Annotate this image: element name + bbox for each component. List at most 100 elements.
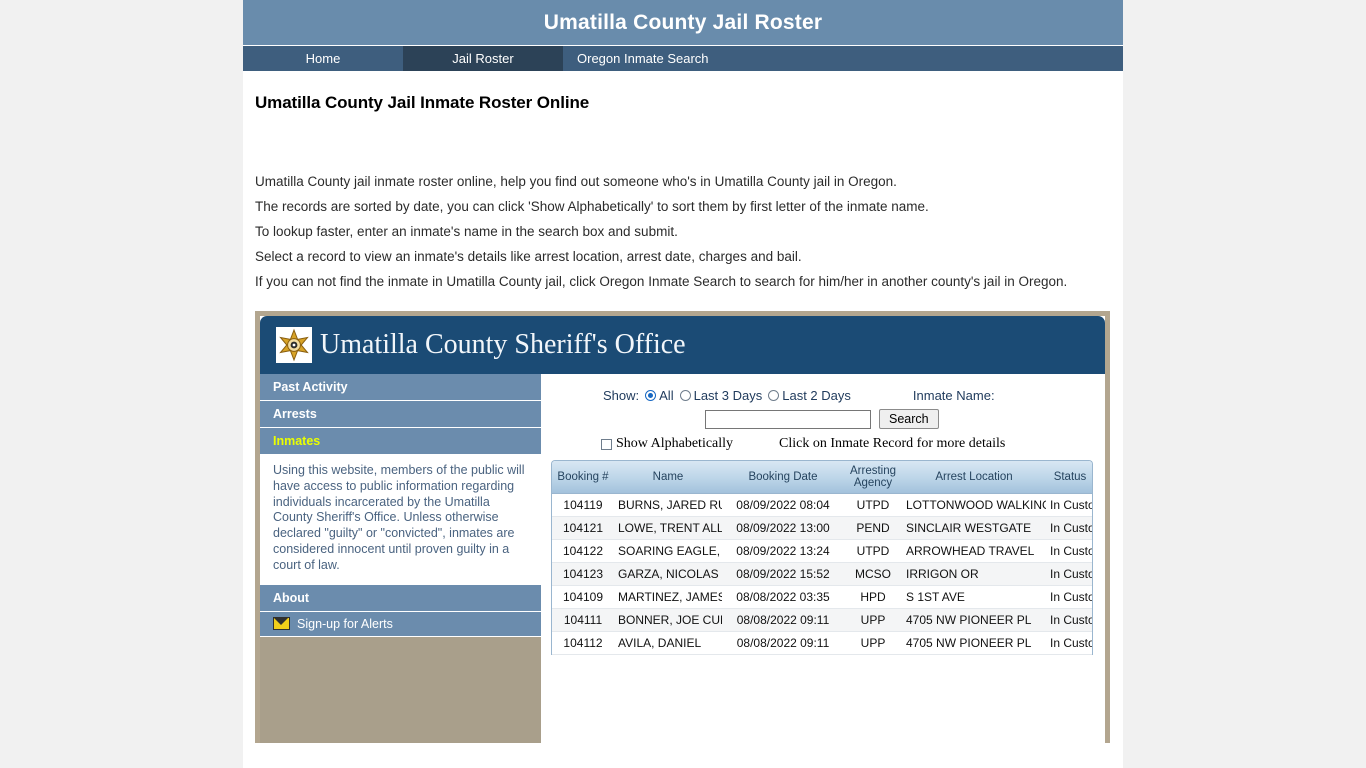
nav-item-home[interactable]: Home [243, 46, 403, 71]
cell-date: 08/08/2022 09:11 [722, 608, 844, 632]
table-row[interactable]: 104123GARZA, NICOLAS LANDEROS08/09/2022 … [552, 562, 1092, 586]
cell-status: In Custody [1046, 562, 1092, 586]
col-status[interactable]: Status [1046, 461, 1092, 494]
sidebar-disclaimer: Using this website, members of the publi… [260, 455, 541, 585]
filter-row: Show: All Last 3 Days Last 2 Days Inmate… [551, 388, 1093, 403]
cell-agency: UTPD [844, 493, 902, 517]
cell-date: 08/09/2022 13:00 [722, 516, 844, 540]
sidebar-item-about[interactable]: About [260, 584, 541, 612]
nav-item-jail-roster[interactable]: Jail Roster [403, 46, 563, 71]
intro-paragraph-3: To lookup faster, enter an inmate's name… [255, 224, 678, 239]
cell-date: 08/09/2022 13:24 [722, 539, 844, 563]
sheriff-widget-frame: Umatilla County Sheriff's Office Past Ac… [255, 311, 1110, 743]
radio-all[interactable]: All [645, 388, 674, 403]
col-name[interactable]: Name [614, 461, 722, 494]
intro-heading: Umatilla County Jail Inmate Roster Onlin… [255, 93, 590, 112]
sheriff-badge-icon [276, 327, 312, 363]
cell-status: In Custody [1046, 539, 1092, 563]
sidebar-item-signup-alerts-label: Sign-up for Alerts [297, 616, 393, 631]
search-button[interactable]: Search [879, 409, 939, 429]
intro-paragraph-1: Umatilla County jail inmate roster onlin… [255, 174, 897, 189]
widget-main: Show: All Last 3 Days Last 2 Days Inmate… [541, 374, 1105, 743]
cell-date: 08/08/2022 09:11 [722, 631, 844, 655]
inmate-name-input[interactable] [705, 409, 871, 429]
cell-status: In Custody [1046, 493, 1092, 517]
cell-location: S 1ST AVE [902, 585, 1046, 609]
table-row[interactable]: 104121LOWE, TRENT ALLEN08/09/2022 13:00P… [552, 516, 1092, 540]
cell-booking: 104111 [552, 608, 614, 632]
roster-header-row: Booking # Name Booking Date Arresting Ag… [552, 461, 1092, 494]
intro-paragraph-4: Select a record to view an inmate's deta… [255, 249, 802, 264]
radio-last-3-days-input[interactable] [679, 390, 691, 401]
sidebar-item-arrests[interactable]: Arrests [260, 401, 541, 428]
sidebar-item-signup-alerts[interactable]: Sign-up for Alerts [260, 611, 541, 637]
radio-last-3-days[interactable]: Last 3 Days [679, 388, 763, 403]
options-row: Show Alphabetically Click on Inmate Reco… [551, 436, 1093, 452]
intro-body: Umatilla County jail inmate roster onlin… [255, 169, 1111, 294]
sheriff-badge-svg [276, 327, 312, 363]
cell-name: AVILA, DANIEL [614, 631, 722, 655]
cell-date: 08/08/2022 03:35 [722, 585, 844, 609]
cell-status: In Custody [1046, 608, 1092, 632]
click-hint: Click on Inmate Record for more details [779, 436, 1006, 451]
cell-location: ARROWHEAD TRAVEL [902, 539, 1046, 563]
cell-name: BURNS, JARED RUSSELL [614, 493, 722, 517]
cell-booking: 104121 [552, 516, 614, 540]
radio-last-3-days-label: Last 3 Days [693, 388, 763, 403]
sidebar-item-past-activity[interactable]: Past Activity [260, 374, 541, 401]
widget-body: Past Activity Arrests Inmates Using this… [260, 374, 1105, 743]
cell-location: 4705 NW PIONEER PL [902, 608, 1046, 632]
cell-agency: UTPD [844, 539, 902, 563]
cell-name: LOWE, TRENT ALLEN [614, 516, 722, 540]
sidebar-item-inmates[interactable]: Inmates [260, 428, 541, 455]
col-location[interactable]: Arrest Location [902, 461, 1046, 494]
table-row[interactable]: 104112 AVILA, DANIEL 08/08/2022 09:11 UPP 47… [552, 631, 1092, 655]
cell-booking: 104123 [552, 562, 614, 586]
table-row[interactable]: 104111BONNER, JOE CUMMINGS08/08/2022 09:… [552, 608, 1092, 632]
radio-last-2-days-label: Last 2 Days [782, 388, 851, 403]
cell-agency: UPP [844, 608, 902, 632]
roster-table: Booking # Name Booking Date Arresting Ag… [552, 461, 1092, 655]
cell-date: 08/09/2022 08:04 [722, 493, 844, 517]
widget-header: Umatilla County Sheriff's Office [260, 316, 1105, 374]
nav-item-oregon-inmate-search[interactable]: Oregon Inmate Search [563, 46, 723, 71]
col-booking[interactable]: Booking # [552, 461, 614, 494]
envelope-icon [273, 617, 290, 631]
cell-booking: 104112 [552, 631, 614, 655]
cell-location: 4705 NW PIONEER PL [902, 631, 1046, 655]
radio-last-2-days[interactable]: Last 2 Days [768, 388, 851, 403]
cell-status: In Custody [1046, 585, 1092, 609]
cell-agency: UPP [844, 631, 902, 655]
search-row: Search [551, 409, 1093, 429]
cell-status: In Custody [1046, 631, 1092, 655]
roster-table-head: Booking # Name Booking Date Arresting Ag… [552, 461, 1092, 494]
cell-booking: 104119 [552, 493, 614, 517]
col-agency[interactable]: Arresting Agency [844, 461, 902, 494]
show-alphabetically-checkbox[interactable] [601, 438, 612, 450]
cell-booking: 104109 [552, 585, 614, 609]
cell-location: LOTTONWOOD WALKING [902, 493, 1046, 517]
table-row[interactable]: 104109MARTINEZ, JAMES JOSEPH08/08/2022 0… [552, 585, 1092, 609]
intro-paragraph-2: The records are sorted by date, you can … [255, 199, 929, 214]
cell-location: IRRIGON OR [902, 562, 1046, 586]
cell-agency: HPD [844, 585, 902, 609]
cell-name: BONNER, JOE CUMMINGS [614, 608, 722, 632]
cell-name: MARTINEZ, JAMES JOSEPH [614, 585, 722, 609]
cell-status: In Custody [1046, 516, 1092, 540]
table-row[interactable]: 104119BURNS, JARED RUSSELL08/09/2022 08:… [552, 493, 1092, 517]
roster-table-body: 104119BURNS, JARED RUSSELL08/09/2022 08:… [552, 493, 1092, 655]
intro-section: Umatilla County Jail Inmate Roster Onlin… [243, 71, 1123, 294]
inmate-name-label: Inmate Name: [912, 388, 995, 403]
radio-last-2-days-input[interactable] [768, 390, 780, 401]
cell-agency: PEND [844, 516, 902, 540]
cell-name: GARZA, NICOLAS LANDEROS [614, 562, 722, 586]
site-header: Umatilla County Jail Roster [243, 0, 1123, 45]
radio-all-input[interactable] [645, 390, 657, 401]
show-label: Show: [603, 388, 640, 403]
col-date[interactable]: Booking Date [722, 461, 844, 494]
table-row[interactable]: 104122SOARING EAGLE, THOMAS08/09/2022 13… [552, 539, 1092, 563]
radio-all-label: All [659, 388, 674, 403]
cell-name: SOARING EAGLE, THOMAS [614, 539, 722, 563]
sidebar-filler [260, 636, 541, 743]
cell-date: 08/09/2022 15:52 [722, 562, 844, 586]
